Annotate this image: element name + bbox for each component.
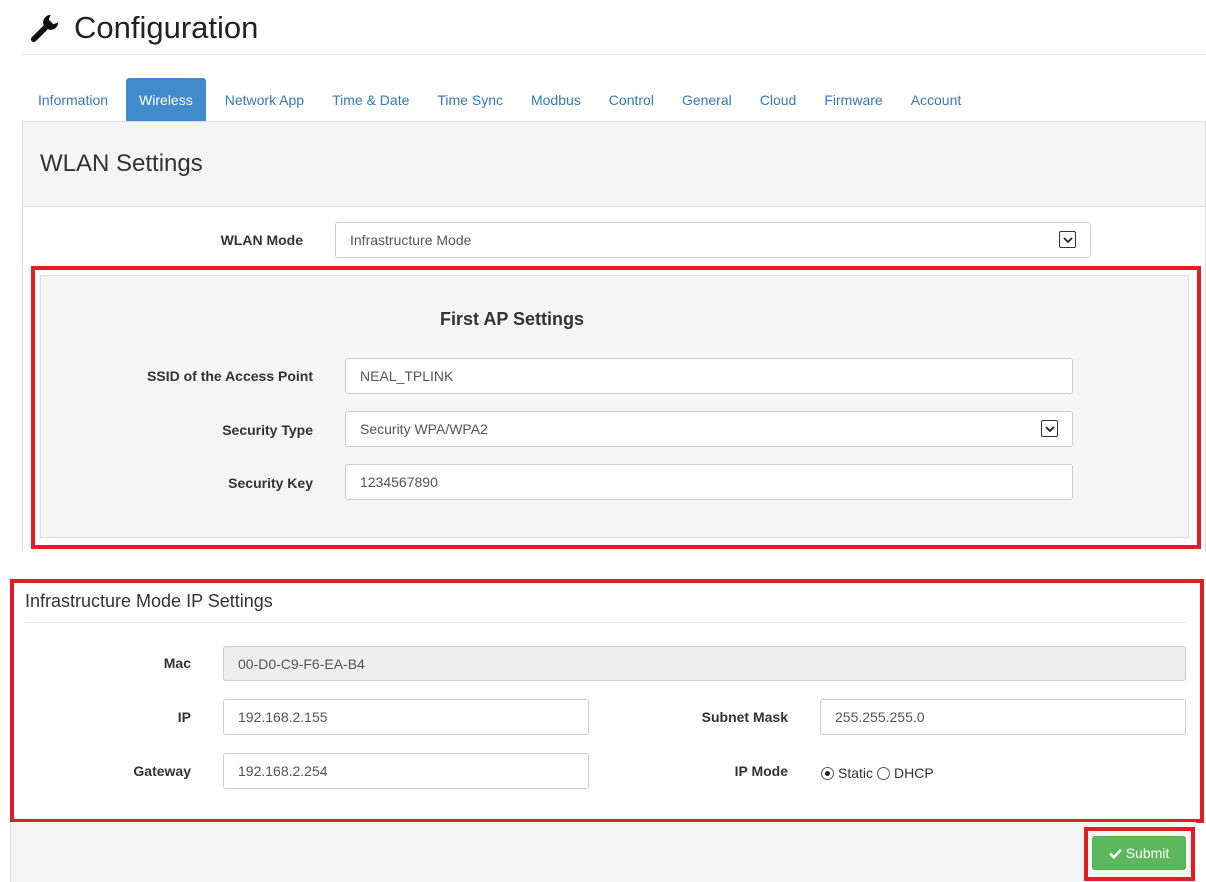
security-key-value: 1234567890 — [360, 474, 438, 490]
gateway-label: Gateway — [133, 763, 191, 779]
security-key-input[interactable]: 1234567890 — [345, 464, 1073, 500]
ip-input[interactable]: 192.168.2.155 — [223, 699, 589, 735]
security-key-label: Security Key — [228, 475, 313, 491]
ip-mode-static-label: Static — [838, 765, 874, 781]
mac-label: Mac — [163, 655, 191, 671]
header-divider — [22, 54, 1206, 55]
submit-button-label: Submit — [1125, 845, 1170, 861]
tab-modbus[interactable]: Modbus — [517, 78, 595, 121]
first-ap-settings-title: First AP Settings — [440, 309, 585, 329]
chevron-down-icon — [1059, 231, 1076, 248]
tab-firmware[interactable]: Firmware — [810, 78, 896, 121]
gateway-input[interactable]: 192.168.2.254 — [223, 753, 589, 789]
tab-general[interactable]: General — [668, 78, 746, 121]
tab-bar: Information Wireless Network App Time & … — [22, 78, 975, 121]
tab-information[interactable]: Information — [22, 78, 124, 121]
ip-label: IP — [177, 709, 191, 725]
ssid-value: NEAL_TPLINK — [360, 368, 454, 384]
wlan-mode-value: Infrastructure Mode — [350, 232, 472, 248]
page-title: Configuration — [74, 10, 259, 45]
ip-mode-static-radio[interactable] — [821, 766, 834, 780]
page-header: Configuration — [30, 8, 258, 48]
subnet-mask-input[interactable]: 255.255.255.0 — [820, 699, 1186, 735]
ip-value: 192.168.2.155 — [238, 709, 328, 725]
tab-account[interactable]: Account — [897, 78, 976, 121]
check-icon — [1108, 848, 1122, 859]
tab-network-app[interactable]: Network App — [211, 78, 318, 121]
tab-time-date[interactable]: Time & Date — [318, 78, 423, 121]
security-type-label: Security Type — [222, 422, 313, 438]
wlan-mode-select[interactable]: Infrastructure Mode — [335, 222, 1091, 258]
chevron-down-icon — [1041, 420, 1058, 437]
gateway-value: 192.168.2.254 — [238, 763, 328, 779]
ssid-label: SSID of the Access Point — [147, 368, 313, 384]
submit-button[interactable]: Submit — [1092, 836, 1186, 870]
tab-wireless[interactable]: Wireless — [126, 78, 206, 121]
mac-field: 00-D0-C9-F6-EA-B4 — [223, 646, 1186, 681]
ip-mode-dhcp-label: DHCP — [894, 765, 934, 781]
tab-cloud[interactable]: Cloud — [746, 78, 811, 121]
ip-mode-dhcp-radio[interactable] — [877, 766, 891, 780]
ip-settings-heading: Infrastructure Mode IP Settings — [25, 591, 273, 611]
ip-settings-divider — [25, 622, 1187, 623]
subnet-mask-value: 255.255.255.0 — [835, 709, 925, 725]
ip-mode-label: IP Mode — [734, 763, 788, 779]
tab-control[interactable]: Control — [595, 78, 668, 121]
tab-time-sync[interactable]: Time Sync — [423, 78, 517, 121]
wlan-settings-title: WLAN Settings — [40, 150, 203, 177]
ssid-input[interactable]: NEAL_TPLINK — [345, 358, 1073, 394]
security-type-value: Security WPA/WPA2 — [360, 421, 488, 437]
ip-mode-radio-group: Static DHCP — [821, 762, 934, 784]
security-type-select[interactable]: Security WPA/WPA2 — [345, 411, 1073, 447]
panel-footer — [10, 822, 1196, 882]
mac-value: 00-D0-C9-F6-EA-B4 — [238, 655, 365, 672]
subnet-mask-label: Subnet Mask — [701, 709, 788, 725]
wlan-mode-label: WLAN Mode — [220, 232, 303, 248]
wrench-icon — [30, 14, 59, 43]
wlan-settings-heading: WLAN Settings — [23, 122, 1205, 207]
